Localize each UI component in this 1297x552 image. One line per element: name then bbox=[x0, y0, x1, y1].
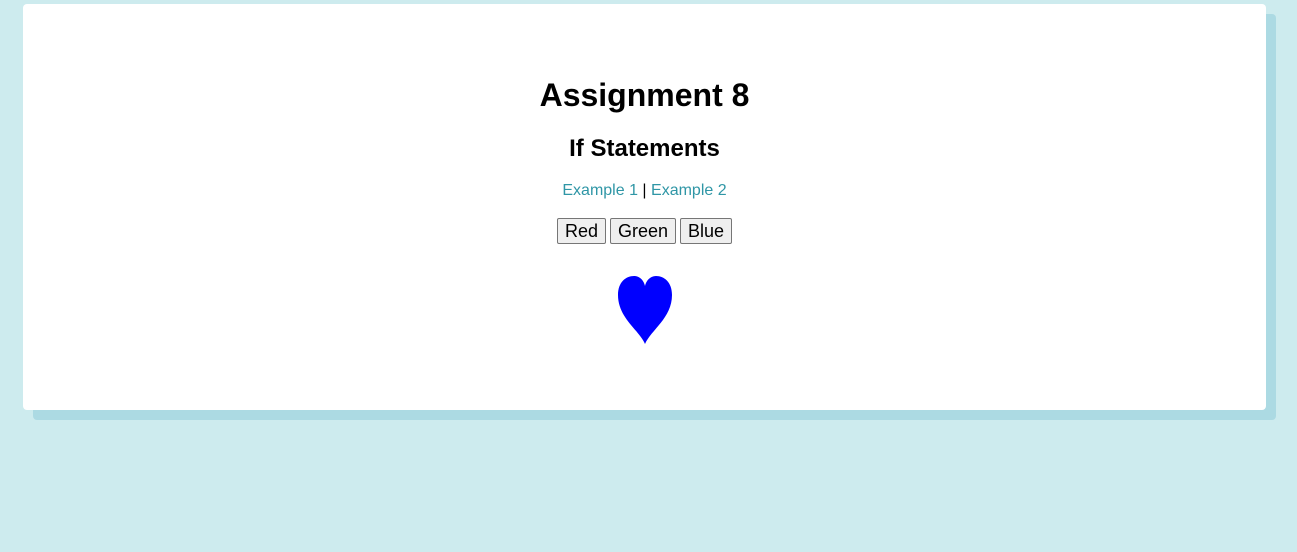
color-buttons: Red Green Blue bbox=[23, 218, 1266, 244]
page-title: Assignment 8 bbox=[539, 77, 750, 113]
blue-button[interactable]: Blue bbox=[680, 218, 733, 244]
example-2-link[interactable]: Example 2 bbox=[651, 182, 727, 199]
green-button[interactable]: Green bbox=[609, 218, 677, 244]
content-card: Assignment 8 If Statements Example 1 | E… bbox=[23, 4, 1266, 410]
link-separator: | bbox=[637, 182, 652, 199]
page-subtitle: If Statements bbox=[569, 135, 720, 162]
red-button[interactable]: Red bbox=[556, 218, 606, 244]
heart-container bbox=[23, 272, 1266, 344]
heart-icon bbox=[617, 276, 672, 344]
example-1-link[interactable]: Example 1 bbox=[562, 182, 638, 199]
example-links: Example 1 | Example 2 bbox=[23, 181, 1266, 201]
